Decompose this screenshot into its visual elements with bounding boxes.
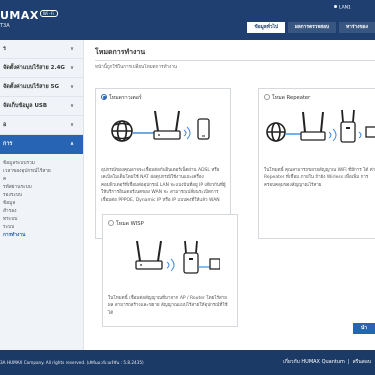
wifi-waves [358, 131, 362, 139]
wifi-waves [166, 258, 175, 272]
lan-status: LAN1 [334, 5, 351, 11]
chevron-down-icon: ∨ [69, 46, 74, 52]
repeater-icon [340, 109, 356, 143]
phone-icon [197, 118, 210, 140]
sidebar-item-other[interactable]: อ ∨ [0, 116, 83, 135]
copyright-text: 3A HUMAX Company. All rights reserved. (… [0, 360, 144, 365]
top-nav: ข้อมูลทั่วไป ผลการตรวจสอบ หาร่างของ [244, 22, 375, 33]
sub-item-system[interactable]: ระบบ [0, 224, 83, 232]
laptop-icon [209, 258, 220, 270]
sub-item-backup[interactable]: สำรอง [0, 208, 83, 216]
mode-card-wisp[interactable]: โหมด WISP ในโหมดนี้ เชื่อมต่อสัญญาณที่มา… [102, 214, 238, 327]
sidebar-submenu: ข้อมูลระบบรวม เวลาของอุปกรณ์ไร้สาย ค รหั… [0, 154, 83, 240]
page-title: โหมดการทำงาน [95, 48, 146, 56]
router-icon [153, 110, 181, 140]
router-icon [135, 240, 163, 270]
sidebar-item-network[interactable]: ร ∨ [0, 40, 83, 59]
nav-general[interactable]: ข้อมูลทั่วไป [247, 22, 286, 33]
sub-item-data[interactable]: ข้อมูล [0, 200, 83, 208]
sidebar-item-label: อ [3, 122, 7, 128]
sub-item-operation-mode[interactable]: การทำงาน [0, 232, 83, 240]
sidebar-item-management[interactable]: การ ∧ [0, 135, 83, 154]
card-label: โหมด Repeater [272, 95, 311, 101]
card-header: โหมดราวเตอร์ [101, 94, 142, 102]
radio-repeater-mode[interactable] [264, 94, 270, 101]
footer-link-about[interactable]: เกี่ยวกับ HUMAX Quantum [283, 359, 345, 365]
apply-button[interactable]: นำ [353, 323, 375, 334]
sidebar-item-label: การ [3, 141, 13, 147]
nav-advanced[interactable]: หาร่างของ [339, 22, 375, 33]
wifi-waves [328, 128, 337, 142]
sub-item-system-log[interactable]: รองระบบ [0, 192, 83, 200]
card-header: โหมด WISP [108, 220, 144, 228]
sidebar: ร ∨ จัดตั้งค่าแบบไร้สาย 2.4G ∨ จัดตั้งค่าแ… [0, 40, 84, 350]
chevron-down-icon: ∨ [69, 65, 74, 71]
repeater-icon [183, 240, 199, 274]
status-dot-icon [334, 5, 337, 8]
repeater-mode-illustration [266, 109, 375, 143]
card-description: ในโหมดนี้ คุณสามารถขยายสัญญาณ WiFi ที่มี… [264, 168, 375, 188]
chevron-down-icon: ∨ [69, 122, 74, 128]
laptop-icon [365, 126, 375, 138]
main-content: โหมดการทำงาน หน้านี้ถูกใช้ในการเปลี่ยนโห… [84, 40, 375, 350]
card-description: อุปกรณ์ของคุณอาจจะเชื่อมต่อกับอินเตอร์เน… [101, 168, 226, 203]
sidebar-item-label: จัดตั้งค่าแบบไร้สาย 2.4G [3, 65, 65, 71]
sidebar-item-label: จัดเก็บข้อมูล USB [3, 103, 48, 109]
sidebar-item-label: ร [3, 46, 6, 52]
humax-logo[interactable]: UMAX Wi-Fi [0, 9, 58, 22]
sub-item-password[interactable]: รหัสผ่านระบบ [0, 184, 83, 192]
model-name: T3A [0, 23, 10, 29]
mode-card-repeater[interactable]: โหมด Repeater ในโหมดนี้ คุณสามารถขยายสัญ… [258, 88, 375, 239]
wifi-waves [183, 126, 191, 140]
chevron-up-icon: ∧ [69, 141, 74, 147]
card-label: โหมดราวเตอร์ [109, 95, 142, 101]
sidebar-item-wireless-5g[interactable]: จัดตั้งค่าแบบไร้สาย 5G ∨ [0, 78, 83, 97]
router-mode-illustration [111, 110, 210, 142]
sub-item-reset[interactable]: ทระบบ [0, 216, 83, 224]
footer-link-support[interactable]: สรีนสอบ [353, 359, 371, 365]
wisp-mode-illustration [135, 240, 220, 274]
card-description: ในโหมดนี้ เชื่อมต่อสัญญาณที่มาจาก AP / R… [108, 296, 228, 316]
footer-separator: | [347, 359, 350, 365]
lan-status-label: LAN1 [339, 5, 351, 11]
globe-icon [111, 120, 133, 142]
globe-icon [266, 122, 286, 142]
sub-item-c[interactable]: ค [0, 176, 83, 184]
sidebar-item-label: จัดตั้งค่าแบบไร้สาย 5G [3, 84, 59, 90]
chevron-down-icon: ∨ [69, 84, 74, 90]
radio-router-mode[interactable] [101, 94, 107, 101]
sidebar-item-wireless-24g[interactable]: จัดตั้งค่าแบบไร้สาย 2.4G ∨ [0, 59, 83, 78]
sub-item-wireless-time[interactable]: เวลาของอุปกรณ์ไร้สาย [0, 168, 83, 176]
sidebar-item-usb[interactable]: จัดเก็บข้อมูล USB ∨ [0, 97, 83, 116]
title-divider [95, 60, 375, 61]
sub-item-system-info[interactable]: ข้อมูลระบบรวม [0, 160, 83, 168]
nav-status[interactable]: ผลการตรวจสอบ [288, 22, 337, 33]
card-label: โหมด WISP [116, 221, 144, 227]
router-icon [300, 111, 326, 141]
chevron-down-icon: ∨ [69, 103, 74, 109]
page-description: หน้านี้ถูกใช้ในการเปลี่ยนโหมดการทำงาน [95, 65, 178, 70]
radio-wisp-mode[interactable] [108, 220, 114, 227]
logo-text: UMAX [0, 9, 39, 22]
card-header: โหมด Repeater [264, 94, 310, 102]
app-footer: 3A HUMAX Company. All rights reserved. (… [0, 350, 375, 375]
logo-badge: Wi-Fi [39, 10, 58, 17]
app-header: UMAX Wi-Fi T3A LAN1 ข้อมูลทั่วไป ผลการตรว… [0, 0, 375, 40]
footer-links: เกี่ยวกับ HUMAX Quantum | สรีนสอบ [280, 358, 371, 366]
